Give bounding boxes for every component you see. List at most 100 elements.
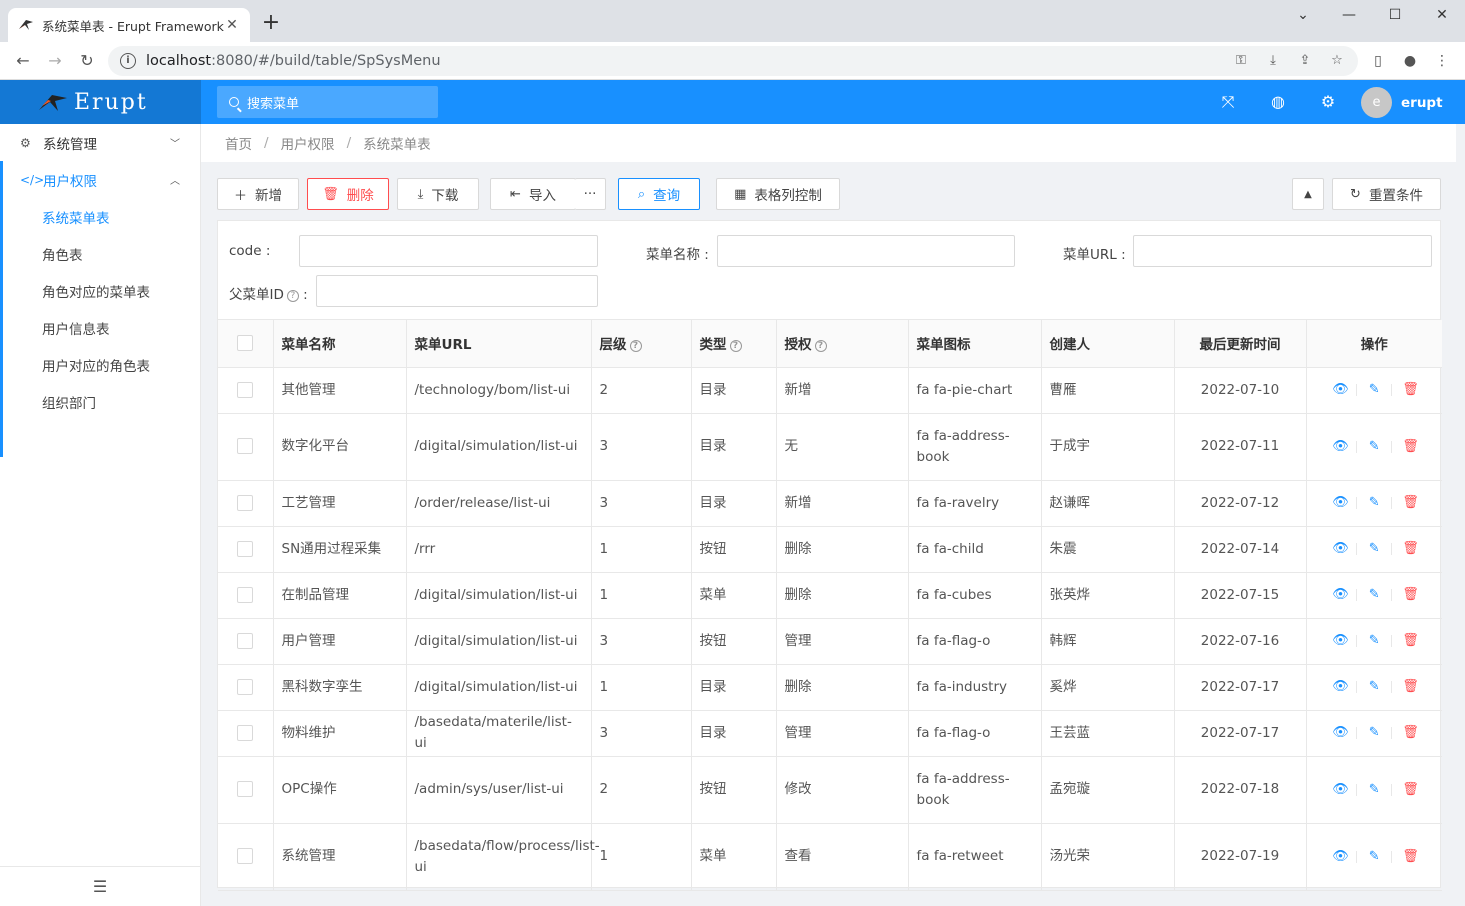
delete-trash-icon[interactable]: 🗑 (1402, 849, 1419, 864)
question-circle-icon[interactable]: ? (814, 340, 827, 353)
more-button[interactable]: ··· (575, 178, 606, 210)
col-menu-url[interactable]: 菜单URL (406, 320, 592, 368)
view-eye-icon[interactable]: 👁 (1332, 726, 1349, 740)
menu-url-input[interactable] (1133, 235, 1432, 267)
download-button[interactable]: ⤓ 下载 (397, 178, 479, 210)
sidebar-item-user-role[interactable]: 用户对应的角色表 (0, 346, 200, 383)
tab-close-icon[interactable]: ✕ (224, 17, 240, 33)
question-circle-icon[interactable]: ? (629, 340, 642, 353)
menu-name-input[interactable] (717, 235, 1015, 267)
delete-trash-icon[interactable]: 🗑 (1402, 726, 1419, 740)
settings-gear-icon[interactable]: ⚙ (1318, 92, 1338, 112)
share-icon[interactable]: ⇪ (1296, 52, 1314, 70)
side-panel-icon[interactable]: ▯ (1368, 51, 1388, 71)
row-checkbox[interactable] (218, 413, 274, 481)
select-all-checkbox[interactable] (218, 320, 274, 368)
fullscreen-icon[interactable]: ⤧ (1218, 92, 1238, 112)
minimize-icon[interactable]: — (1334, 4, 1364, 26)
col-level[interactable]: 层级? (591, 320, 692, 368)
user-menu[interactable]: e erupt (1361, 87, 1443, 118)
sidebar-item-sys-menu[interactable]: 系统菜单表 (0, 198, 200, 235)
add-button[interactable]: ＋新增 (217, 178, 299, 210)
breadcrumb-home[interactable]: 首页 (225, 133, 252, 153)
sidebar-item-role-menu[interactable]: 角色对应的菜单表 (0, 272, 200, 309)
browser-tab[interactable]: 系统菜单表 - Erupt Framework ✕ (8, 8, 250, 42)
page-scrollbar[interactable] (1456, 124, 1465, 906)
column-control-button[interactable]: ▦ 表格列控制 (716, 178, 840, 210)
globe-icon[interactable]: ◍ (1268, 92, 1288, 112)
row-checkbox[interactable] (218, 526, 274, 573)
delete-trash-icon[interactable]: 🗑 (1402, 588, 1419, 602)
edit-pencil-icon[interactable]: ✎ (1367, 588, 1381, 602)
view-eye-icon[interactable]: 👁 (1332, 439, 1349, 454)
edit-pencil-icon[interactable]: ✎ (1367, 439, 1381, 454)
row-checkbox[interactable] (218, 367, 274, 414)
edit-pencil-icon[interactable]: ✎ (1367, 634, 1381, 648)
forward-icon[interactable]: → (44, 50, 66, 72)
view-eye-icon[interactable]: 👁 (1332, 383, 1349, 397)
row-checkbox[interactable] (218, 823, 274, 891)
edit-pencil-icon[interactable]: ✎ (1367, 680, 1381, 694)
edit-pencil-icon[interactable]: ✎ (1367, 496, 1381, 510)
edit-pencil-icon[interactable]: ✎ (1367, 726, 1381, 740)
sidebar-group-user-permission[interactable]: </> 用户权限 ︿ (0, 161, 200, 198)
col-menu-name[interactable]: 菜单名称 (273, 320, 407, 368)
delete-trash-icon[interactable]: 🗑 (1402, 439, 1419, 454)
row-checkbox[interactable] (218, 572, 274, 619)
window-close-icon[interactable]: ✕ (1427, 4, 1457, 26)
maximize-icon[interactable]: ☐ (1380, 4, 1410, 26)
import-button[interactable]: ⇤ 导入 (490, 178, 576, 210)
col-type[interactable]: 类型? (691, 320, 777, 368)
col-auth[interactable]: 授权? (776, 320, 909, 368)
view-eye-icon[interactable]: 👁 (1332, 634, 1349, 648)
view-eye-icon[interactable]: 👁 (1332, 588, 1349, 602)
new-tab-button[interactable]: + (258, 11, 284, 37)
site-info-icon[interactable]: i (120, 53, 136, 69)
bookmark-star-icon[interactable]: ☆ (1328, 52, 1346, 70)
col-menu-icon[interactable]: 菜单图标 (908, 320, 1042, 368)
sidebar-item-role[interactable]: 角色表 (0, 235, 200, 272)
row-checkbox[interactable] (218, 756, 274, 824)
sidebar-item-org[interactable]: 组织部门 (0, 383, 200, 420)
logo[interactable]: Erupt (0, 80, 201, 124)
row-checkbox[interactable] (218, 618, 274, 665)
delete-trash-icon[interactable]: 🗑 (1402, 680, 1419, 694)
browser-menu-icon[interactable]: ⋮ (1432, 51, 1452, 71)
back-icon[interactable]: ← (12, 50, 34, 72)
edit-pencil-icon[interactable]: ✎ (1367, 849, 1381, 864)
query-button[interactable]: ⌕ 查询 (618, 178, 700, 210)
question-circle-icon[interactable]: ? (729, 340, 742, 353)
row-checkbox[interactable] (218, 664, 274, 711)
row-checkbox[interactable] (218, 710, 274, 757)
install-icon[interactable]: ⤓ (1264, 52, 1282, 70)
reset-conditions-button[interactable]: ↻ 重置条件 (1332, 178, 1441, 210)
collapse-menu-icon[interactable]: ☰ (0, 866, 200, 906)
breadcrumb-user-permission[interactable]: 用户权限 (281, 133, 335, 153)
tab-search-icon[interactable]: ⌄ (1288, 4, 1318, 26)
col-updated[interactable]: 最后更新时间 (1174, 320, 1307, 368)
delete-trash-icon[interactable]: 🗑 (1402, 383, 1419, 397)
edit-pencil-icon[interactable]: ✎ (1367, 782, 1381, 797)
view-eye-icon[interactable]: 👁 (1332, 542, 1349, 556)
question-circle-icon[interactable]: ? (286, 290, 299, 302)
sidebar-group-system[interactable]: ⚙ 系统管理 ﹀ (0, 124, 200, 161)
delete-trash-icon[interactable]: 🗑 (1402, 782, 1419, 797)
view-eye-icon[interactable]: 👁 (1332, 496, 1349, 510)
key-icon[interactable]: ⚿ (1232, 52, 1250, 70)
code-input[interactable] (299, 235, 598, 267)
delete-trash-icon[interactable]: 🗑 (1402, 496, 1419, 510)
view-eye-icon[interactable]: 👁 (1332, 782, 1349, 797)
reload-icon[interactable]: ↻ (76, 50, 98, 72)
menu-search-input[interactable]: 搜索菜单 (217, 86, 438, 118)
delete-trash-icon[interactable]: 🗑 (1402, 542, 1419, 556)
view-eye-icon[interactable]: 👁 (1332, 849, 1349, 864)
view-eye-icon[interactable]: 👁 (1332, 680, 1349, 694)
sidebar-item-user-info[interactable]: 用户信息表 (0, 309, 200, 346)
delete-trash-icon[interactable]: 🗑 (1402, 634, 1419, 648)
edit-pencil-icon[interactable]: ✎ (1367, 542, 1381, 556)
url-bar[interactable]: i localhost:8080/#/build/table/SpSysMenu… (108, 46, 1358, 76)
col-creator[interactable]: 创建人 (1041, 320, 1175, 368)
collapse-filter-button[interactable]: ▲ (1292, 178, 1324, 210)
edit-pencil-icon[interactable]: ✎ (1367, 383, 1381, 397)
parent-id-input[interactable] (316, 275, 598, 307)
